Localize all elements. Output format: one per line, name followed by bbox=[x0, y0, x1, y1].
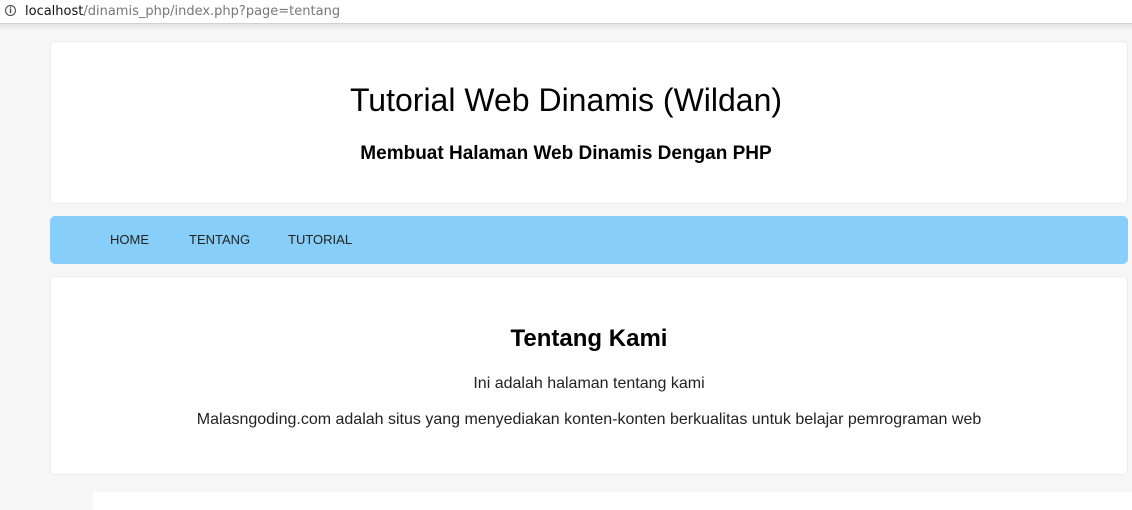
nav-link-tentang[interactable]: TENTANG bbox=[189, 232, 250, 247]
content-title: Tentang Kami bbox=[510, 325, 668, 352]
url-host: localhost bbox=[25, 4, 84, 19]
address-bar[interactable]: i localhost/dinamis_php/index.php?page=t… bbox=[0, 0, 1132, 24]
header-card bbox=[50, 41, 1128, 204]
nav-link-tutorial[interactable]: TUTORIAL bbox=[288, 232, 352, 247]
info-icon[interactable]: i bbox=[5, 5, 16, 16]
site-subtitle: Membuat Halaman Web Dinamis Dengan PHP bbox=[360, 143, 772, 164]
footer-area bbox=[93, 492, 1132, 510]
toolbar-shadow bbox=[0, 24, 1132, 30]
url-text[interactable]: localhost/dinamis_php/index.php?page=ten… bbox=[25, 4, 340, 19]
content-paragraph-intro: Ini adalah halaman tentang kami bbox=[473, 375, 705, 392]
site-title: Tutorial Web Dinamis (Wildan) bbox=[349, 82, 783, 118]
content-paragraph-about: Malasngoding.com adalah situs yang menye… bbox=[196, 411, 982, 428]
url-path: /dinamis_php/index.php?page=tentang bbox=[83, 4, 341, 19]
nav-link-home[interactable]: HOME bbox=[110, 232, 149, 247]
